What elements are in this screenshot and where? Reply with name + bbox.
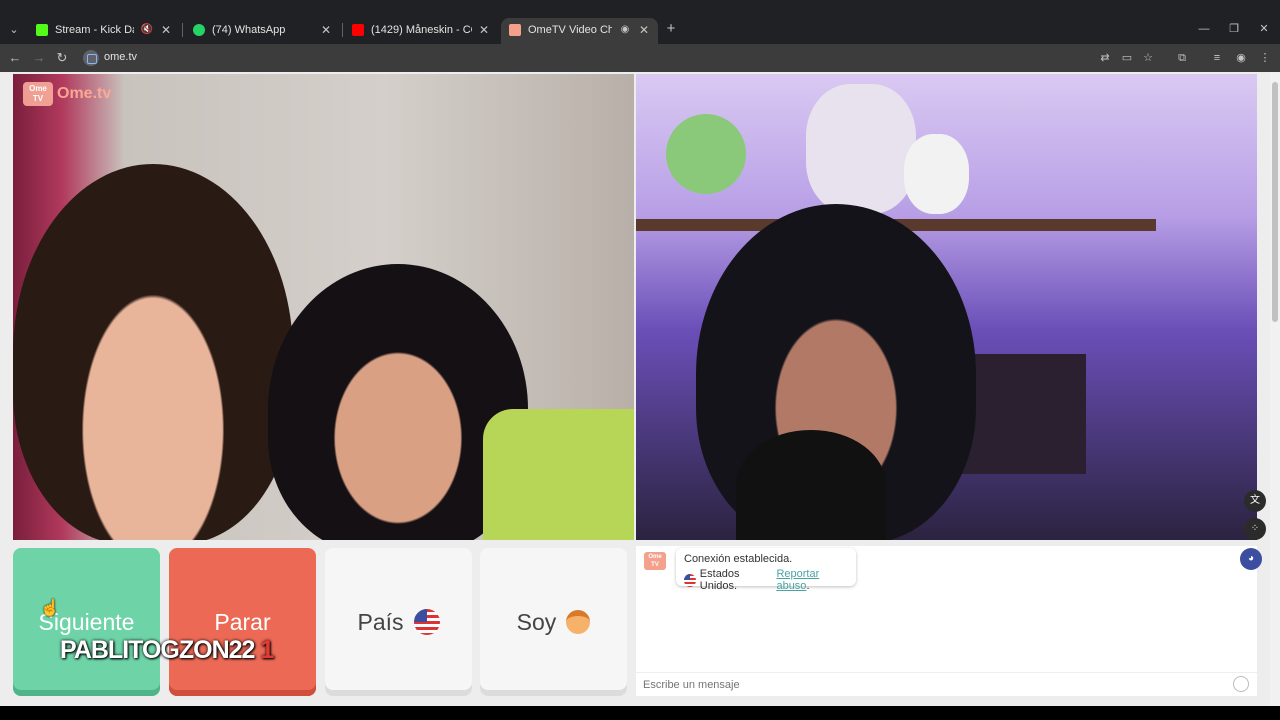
stop-button[interactable]: Parar — [169, 548, 316, 696]
pillow — [483, 409, 634, 540]
extensions-icon[interactable]: ⧉ — [1173, 49, 1191, 67]
us-flag-icon — [684, 573, 696, 587]
scrollbar-thumb[interactable] — [1272, 82, 1278, 322]
tab-kick[interactable]: Stream - Kick Dashboard 🔇 ✕ — [28, 18, 180, 44]
self-video — [636, 74, 1257, 540]
message-input[interactable] — [636, 672, 1257, 696]
close-tab-icon[interactable]: ✕ — [158, 18, 174, 42]
tab-separator — [342, 23, 343, 37]
tab-title: (74) WhatsApp — [212, 24, 286, 36]
logo-text: Ome.tv — [57, 85, 112, 102]
close-tab-icon[interactable]: ✕ — [476, 18, 492, 42]
close-tab-icon[interactable]: ✕ — [636, 18, 652, 42]
mouse-cursor-icon: ☝ — [40, 600, 60, 617]
discord-icon[interactable]: ◕ — [1240, 548, 1262, 570]
tab-search-icon[interactable]: ⌄ — [4, 20, 24, 40]
kick-favicon-icon — [36, 24, 48, 36]
stop-label: Parar — [214, 608, 271, 635]
stream-overlay-name: PABLITOGZON22 1 — [60, 636, 274, 665]
browser-toolbar: ← → ↻ ome.tv ⇄ ▭ ☆ ⧉ ≡ ◉ ⋮ — [0, 44, 1280, 72]
emoji-icon[interactable] — [1233, 676, 1249, 692]
media-controls-icon[interactable]: ≡ — [1208, 49, 1226, 67]
report-period: . — [806, 580, 810, 592]
control-panel: Siguiente Parar País Soy — [13, 548, 627, 696]
system-message: Conexión establecida. Estados Unidos. Re… — [676, 548, 856, 592]
tab-title: Stream - Kick Dashboard — [55, 24, 134, 36]
ometv-avatar: Ome TV — [644, 552, 666, 570]
tab-separator — [182, 23, 183, 37]
country-label: País — [357, 608, 404, 635]
ometv-logo: Ome TV Ome.tv — [23, 82, 111, 106]
clown-mask — [904, 134, 969, 214]
address-bar[interactable]: ome.tv — [104, 51, 137, 63]
us-flag-icon — [413, 609, 440, 635]
bunny-mask — [806, 84, 916, 214]
overlay-number: 1 — [260, 636, 274, 664]
profile-icon[interactable]: ◉ — [1232, 49, 1250, 67]
tab-whatsapp[interactable]: (74) WhatsApp ✕ — [185, 18, 340, 44]
cast-icon[interactable]: ▭ — [1118, 49, 1136, 67]
person-silhouette — [13, 164, 293, 540]
minimize-icon[interactable]: — — [1192, 20, 1216, 38]
reload-icon[interactable]: ↻ — [53, 49, 71, 67]
translate-icon[interactable]: ⇄ — [1096, 49, 1114, 67]
microphone — [736, 430, 886, 540]
ometv-page: Ome TV Ome.tv Siguiente Parar País Soy P… — [0, 72, 1280, 706]
translate-side-icon[interactable]: 文 — [1244, 490, 1266, 512]
toy-figure — [666, 114, 746, 194]
bottom-edge — [0, 706, 1280, 720]
connection-status: Conexión establecida. — [684, 553, 793, 565]
whatsapp-favicon-icon — [193, 24, 205, 36]
bookmark-star-icon[interactable]: ☆ — [1139, 49, 1157, 67]
tab-ometv[interactable]: OmeTV Video Chat — Ome ◉ ✕ — [501, 18, 658, 44]
close-tab-icon[interactable]: ✕ — [318, 18, 334, 42]
back-icon[interactable]: ← — [6, 49, 24, 67]
recording-icon: ◉ — [620, 24, 630, 35]
close-window-icon[interactable]: ✕ — [1252, 20, 1276, 38]
stranger-country: Estados Unidos. — [699, 568, 740, 592]
gender-label: Soy — [516, 608, 557, 635]
browser-tab-bar: ⌄ Stream - Kick Dashboard 🔇 ✕ (74) Whats… — [0, 0, 1280, 44]
menu-kebab-icon[interactable]: ⋮ — [1256, 49, 1274, 67]
tab-youtube[interactable]: (1429) Måneskin - CORALINE ( ✕ — [344, 18, 498, 44]
tab-title: (1429) Måneskin - CORALINE ( — [371, 24, 472, 36]
ometv-favicon-icon — [509, 24, 521, 36]
country-filter-button[interactable]: País — [325, 548, 472, 696]
tab-title: OmeTV Video Chat — Ome — [528, 24, 612, 36]
report-abuse-link[interactable]: Reportar abuso — [776, 568, 819, 592]
maximize-icon[interactable]: ❐ — [1222, 20, 1246, 38]
mute-icon[interactable]: 🔇 — [140, 18, 154, 42]
new-tab-icon[interactable]: + — [662, 20, 680, 38]
logo-badge: Ome TV — [23, 82, 53, 106]
stranger-video: Ome TV Ome.tv — [13, 74, 634, 540]
site-info-icon[interactable] — [83, 50, 99, 66]
youtube-favicon-icon — [352, 24, 364, 36]
apps-side-icon[interactable]: ⁘ — [1244, 518, 1266, 540]
chat-panel: Ome TV Conexión establecida. Estados Uni… — [636, 546, 1257, 696]
page-scrollbar[interactable] — [1270, 72, 1280, 706]
forward-icon[interactable]: → — [30, 49, 48, 67]
overlay-username: PABLITOGZON22 — [60, 636, 255, 664]
gender-button[interactable]: Soy — [480, 548, 627, 696]
next-button[interactable]: Siguiente — [13, 548, 160, 696]
boy-face-icon — [566, 610, 591, 634]
